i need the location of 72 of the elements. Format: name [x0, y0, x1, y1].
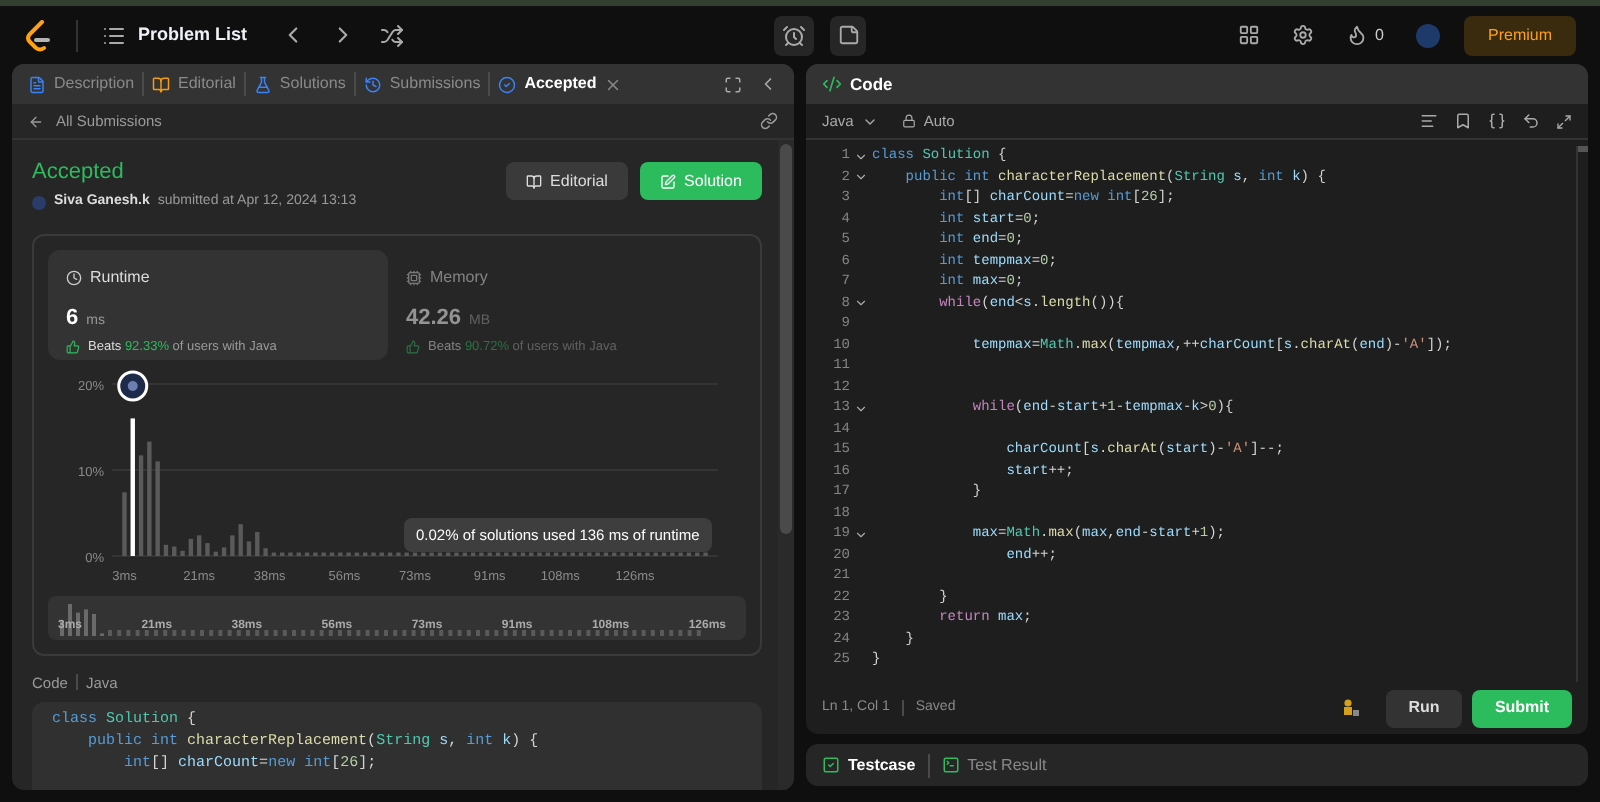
clock-icon [66, 269, 82, 285]
shuffle-icon[interactable] [379, 23, 404, 47]
bar [122, 491, 127, 555]
history-icon [363, 75, 382, 93]
book-icon [152, 75, 171, 93]
expand-icon[interactable] [1556, 113, 1572, 129]
tab[interactable]: Solutions [253, 72, 346, 96]
logo-icon[interactable] [24, 19, 52, 51]
bar [246, 540, 252, 555]
braces-icon[interactable] [1488, 112, 1506, 130]
note-button[interactable] [830, 15, 867, 55]
status-text: Accepted [32, 158, 126, 188]
book-icon [526, 173, 543, 189]
code-icon [822, 74, 842, 94]
close-icon[interactable] [604, 75, 623, 93]
link-icon[interactable] [760, 112, 778, 130]
terminal-icon [941, 756, 960, 774]
fold-chevron-icon[interactable] [854, 149, 868, 164]
grid-icon[interactable] [1237, 24, 1260, 46]
bar [163, 543, 169, 555]
streak-count: 0 [1375, 23, 1384, 47]
settings-icon[interactable] [1291, 24, 1314, 46]
back-arrow-icon [28, 113, 44, 129]
highlighted-bar [130, 417, 135, 555]
figure-icon[interactable] [1340, 698, 1360, 718]
tab[interactable]: Editorial [152, 72, 236, 96]
fold-chevron-icon[interactable] [854, 170, 868, 185]
check-circle-icon [498, 75, 517, 93]
scrollbar[interactable] [1576, 146, 1588, 682]
bar [255, 530, 260, 555]
avatar-marker-icon [117, 369, 149, 401]
stat-label: Memory [430, 265, 488, 289]
flask-icon [253, 75, 272, 93]
pen-icon [660, 173, 677, 189]
editorial-button[interactable]: Editorial [506, 162, 628, 200]
flame-icon[interactable] [1345, 24, 1368, 46]
fold-chevron-icon[interactable] [854, 296, 868, 311]
stat-value: 42.26 [406, 303, 462, 333]
problem-list-button[interactable]: Problem List [102, 21, 248, 49]
chip-icon [406, 269, 422, 285]
alarm-button[interactable] [774, 15, 815, 55]
lock-icon [901, 114, 916, 128]
bar [213, 550, 218, 555]
bar [172, 545, 177, 555]
premium-button[interactable]: Premium [1464, 15, 1577, 55]
bar [205, 542, 210, 555]
thumbs-up-icon [406, 340, 420, 355]
scrollbar[interactable] [778, 140, 794, 790]
thumbs-up-icon [66, 340, 80, 355]
tab[interactable]: Test Result [941, 753, 1047, 777]
bar [221, 546, 227, 555]
bar [138, 454, 144, 555]
stat-value: 6 [66, 303, 79, 333]
author-avatar [32, 195, 46, 210]
bookmark-icon[interactable] [1454, 112, 1472, 130]
checkbox-icon [822, 756, 840, 774]
undo-icon[interactable] [1522, 112, 1540, 130]
maximize-icon[interactable] [724, 75, 742, 93]
tab[interactable]: Testcase [822, 753, 916, 777]
stat-label: Runtime [90, 265, 150, 289]
tab[interactable]: Accepted [498, 72, 597, 96]
format-icon[interactable] [1420, 112, 1438, 130]
fold-chevron-icon[interactable] [854, 401, 868, 416]
fold-chevron-icon[interactable] [854, 527, 868, 542]
document-icon [28, 75, 46, 93]
note-icon [837, 24, 860, 46]
panel-title: Code [850, 71, 893, 97]
tab[interactable]: Description [28, 72, 135, 96]
tab[interactable]: Submissions [363, 72, 481, 96]
run-button[interactable]: Run [1386, 689, 1462, 727]
alarm-clock-icon [782, 23, 807, 47]
bar [238, 523, 243, 555]
